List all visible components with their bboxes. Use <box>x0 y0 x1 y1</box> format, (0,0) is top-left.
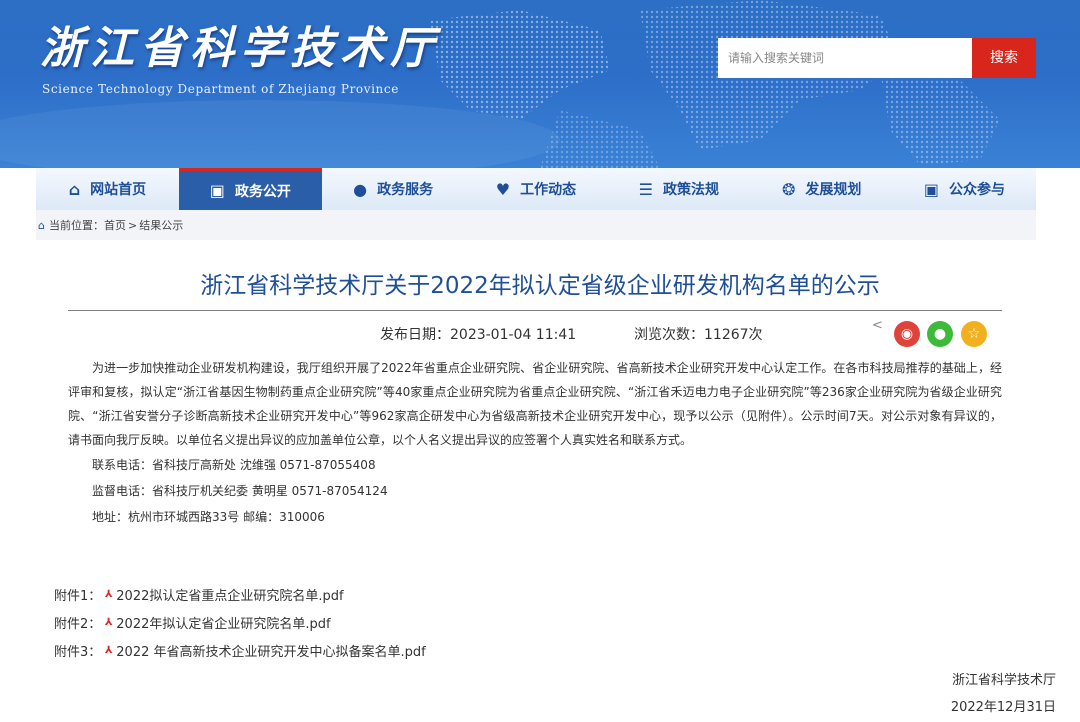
document-icon: ☰ <box>638 179 653 199</box>
breadcrumb: ⌂ 当前位置： 首页 > 结果公示 <box>36 210 1036 240</box>
breadcrumb-current[interactable]: 结果公示 <box>139 217 183 233</box>
signature-org: 浙江省科学技术厅 <box>951 673 1056 688</box>
address: 地址：杭州市环城西路33号 邮编：310006 <box>92 510 325 524</box>
supervision-phone: 监督电话：省科技厅机关纪委 黄明星 0571-87054124 <box>92 484 388 498</box>
nav-item-home[interactable]: ⌂ 网站首页 <box>36 168 179 210</box>
breadcrumb-prefix: 当前位置： <box>48 219 104 232</box>
people-icon: ▣ <box>923 179 940 199</box>
view-count: 浏览次数：11267次 <box>634 324 763 344</box>
attachment-label: 附件3： <box>54 645 102 660</box>
nav-item-label: 公众参与 <box>949 182 1006 198</box>
nav-item-participation[interactable]: ▣ 公众参与 <box>893 168 1036 210</box>
nav-item-label: 政策法规 <box>662 182 719 198</box>
breadcrumb-separator: > <box>127 218 138 232</box>
org-icon: ▣ <box>209 181 225 200</box>
contact-phone: 联系电话：省科技厅高新处 沈维强 0571-87055408 <box>92 458 376 472</box>
site-title: 浙江省科学技术厅 <box>40 23 440 74</box>
attachment-link[interactable]: 2022 年省高新技术企业研究开发中心拟备案名单.pdf <box>116 641 425 660</box>
article-body: 为进一步加快推动企业研发机构建设，我厅组织开展了2022年省重点企业研究院、省企… <box>68 361 1002 447</box>
favorite-icon[interactable]: ☆ <box>961 321 987 347</box>
nav-item-label: 政务服务 <box>377 182 434 198</box>
signature-date: 2022年12月31日 <box>950 700 1056 715</box>
nav-item-news[interactable]: ♥ 工作动态 <box>465 168 608 210</box>
location-home-icon: ⌂ <box>38 218 45 232</box>
breadcrumb-home-link[interactable]: 首页 <box>104 217 126 233</box>
view-count-label: 浏览次数： <box>634 327 704 343</box>
publish-date-value: 2023-01-04 11:41 <box>450 327 577 343</box>
attachment-label: 附件2： <box>54 617 102 632</box>
attachment-item: 附件3： ⅄ 2022 年省高新技术企业研究开发中心拟备案名单.pdf <box>54 641 426 660</box>
attachment-label: 附件1： <box>54 589 102 604</box>
home-icon: ⌂ <box>68 179 81 199</box>
pdf-icon: ⅄ <box>104 589 113 600</box>
site-subtitle: Science Technology Department of Zhejian… <box>42 82 399 96</box>
nav-item-government-affairs[interactable]: ▣ 政务公开 <box>178 168 322 210</box>
publish-date-label: 发布日期： <box>380 327 450 343</box>
attachment-link[interactable]: 2022拟认定省重点企业研究院名单.pdf <box>116 585 343 604</box>
header-banner: 浙江省科学技术厅 Science Technology Department o… <box>0 0 1080 168</box>
attachment-item: 附件1： ⅄ 2022拟认定省重点企业研究院名单.pdf <box>54 585 344 604</box>
weibo-icon[interactable]: ◉ <box>894 321 920 347</box>
attachment-link[interactable]: 2022年拟认定省企业研究院名单.pdf <box>116 613 330 632</box>
nav-item-services[interactable]: ● 政务服务 <box>322 168 465 210</box>
main-nav: ⌂ 网站首页 ▣ 政务公开 ● 政务服务 ♥ 工作动态 ☰ 政策法规 ❂ 发展规… <box>36 168 1036 210</box>
share-icon[interactable]: < <box>872 318 883 333</box>
nav-item-label: 发展规划 <box>805 182 862 198</box>
nav-item-planning[interactable]: ❂ 发展规划 <box>750 168 893 210</box>
page-title: 浙江省科学技术厅关于2022年拟认定省级企业研发机构名单的公示 <box>200 273 880 299</box>
nav-item-policies[interactable]: ☰ 政策法规 <box>607 168 750 210</box>
view-count-value: 11267次 <box>704 327 763 343</box>
nav-item-label: 政务公开 <box>234 183 291 200</box>
chat-icon: ● <box>353 179 368 199</box>
search-button[interactable]: 搜索 <box>972 38 1036 78</box>
attachment-item: 附件2： ⅄ 2022年拟认定省企业研究院名单.pdf <box>54 613 331 632</box>
wechat-icon[interactable]: ● <box>927 321 953 347</box>
heart-icon: ♥ <box>495 179 511 199</box>
search-input[interactable]: 请输入搜索关键词 <box>718 38 972 78</box>
nav-item-label: 网站首页 <box>90 182 147 198</box>
title-divider <box>68 310 1002 311</box>
pdf-icon: ⅄ <box>104 645 113 656</box>
nav-item-label: 工作动态 <box>520 182 577 198</box>
handshake-icon: ❂ <box>781 179 796 199</box>
pdf-icon: ⅄ <box>104 617 113 628</box>
publish-date: 发布日期：2023-01-04 11:41 <box>380 324 576 344</box>
